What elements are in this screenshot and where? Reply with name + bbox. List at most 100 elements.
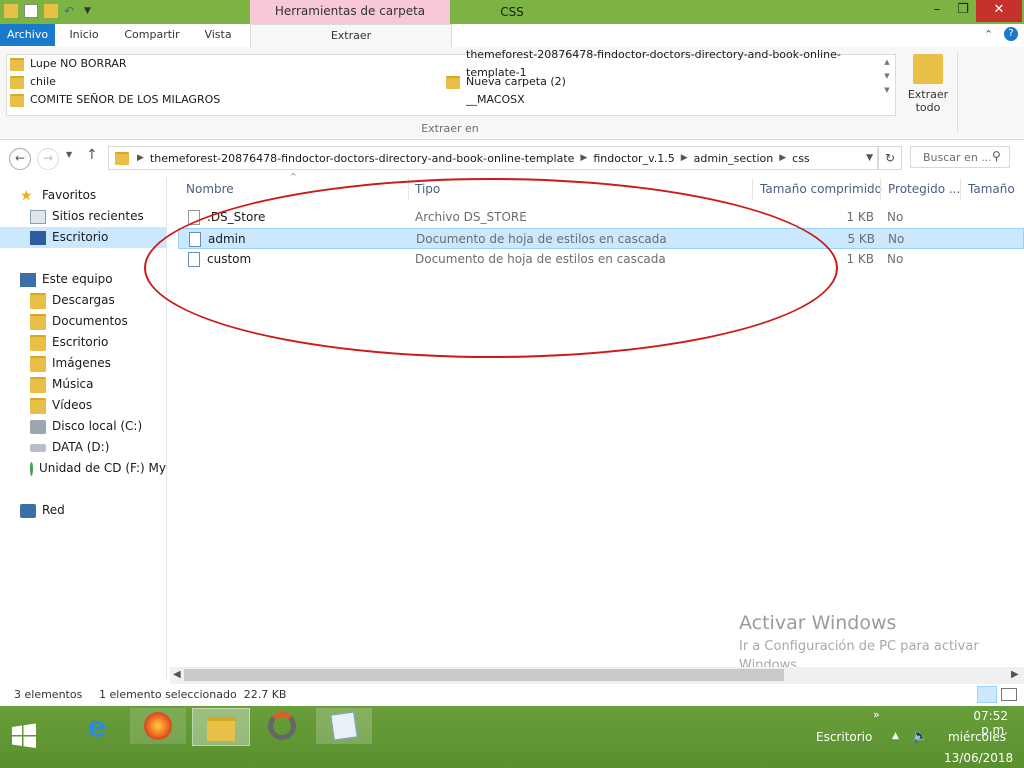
nav-music[interactable]: Música	[0, 374, 166, 395]
star-icon: ★	[20, 187, 33, 204]
window-title: CSS	[500, 5, 524, 19]
tab-extraer[interactable]: Extraer	[250, 24, 452, 48]
sort-ascending-icon: ^	[290, 172, 297, 181]
desktop-icon	[30, 230, 46, 245]
taskbar-firefox[interactable]	[130, 708, 186, 744]
taskbar-app[interactable]	[254, 708, 310, 744]
recent-locations-icon[interactable]: ▼	[66, 150, 72, 159]
scrollbar-thumb[interactable]	[184, 669, 784, 681]
breadcrumb-segment[interactable]: themeforest-20876478-findoctor-doctors-d…	[150, 152, 575, 165]
scroll-down-icon[interactable]: ▼	[880, 69, 894, 83]
show-hidden-icons[interactable]: »	[873, 708, 880, 721]
destination-item[interactable]: COMITE SEÑOR DE LOS MILAGROS	[10, 91, 430, 109]
chevron-right-icon[interactable]: ▶	[137, 153, 144, 163]
nav-disk-c[interactable]: Disco local (C:)	[0, 416, 166, 437]
destination-list-right: themeforest-20876478-findoctor-doctors-d…	[446, 48, 878, 109]
destination-item[interactable]: themeforest-20876478-findoctor-doctors-d…	[446, 48, 878, 79]
gallery-scroll[interactable]: ▲ ▼ ▼	[880, 55, 894, 113]
column-header-compressed-size[interactable]: Tamaño comprimido	[760, 180, 882, 198]
nav-favorites[interactable]: ★ Favoritos	[0, 185, 166, 206]
ribbon-separator	[957, 52, 958, 132]
refresh-button[interactable]: ↻	[878, 146, 902, 170]
nav-desktop[interactable]: Escritorio	[0, 332, 166, 353]
nav-disk-d[interactable]: DATA (D:)	[0, 437, 166, 458]
nav-desktop-favorite[interactable]: Escritorio	[0, 227, 166, 248]
tab-vista[interactable]: Vista	[196, 24, 240, 46]
clock-date[interactable]: 13/06/2018	[944, 751, 1013, 765]
details-view-icon[interactable]	[977, 686, 997, 703]
nav-this-pc[interactable]: Este equipo	[0, 269, 166, 290]
file-protected: No	[888, 232, 905, 246]
contextual-tab-header: Herramientas de carpeta comprimida	[250, 0, 450, 40]
red-ellipse-annotation	[144, 178, 838, 358]
tab-compartir[interactable]: Compartir	[118, 24, 186, 46]
column-header-protected[interactable]: Protegido ...	[888, 180, 960, 198]
chevron-right-icon[interactable]: ▶	[681, 153, 688, 163]
notepad-icon	[330, 711, 358, 741]
scroll-right-icon[interactable]: ▶	[1011, 669, 1019, 680]
maximize-button[interactable]: ❐	[948, 0, 978, 22]
nav-images[interactable]: Imágenes	[0, 353, 166, 374]
videos-folder-icon	[30, 397, 46, 414]
computer-icon	[20, 272, 36, 287]
folder-icon	[115, 151, 129, 165]
forward-button[interactable]: →	[37, 148, 59, 170]
app-ring-icon	[268, 712, 296, 740]
chevron-right-icon[interactable]: ▶	[580, 153, 587, 163]
column-divider[interactable]	[880, 178, 881, 200]
search-icon: ⚲	[992, 149, 1001, 163]
start-button[interactable]	[10, 722, 38, 750]
large-icons-view-icon[interactable]	[1001, 688, 1017, 701]
breadcrumb-segment[interactable]: findoctor_v.1.5	[593, 152, 674, 165]
address-dropdown-icon[interactable]: ▼	[866, 153, 873, 163]
expand-ribbon-icon[interactable]: ⌃	[984, 28, 993, 41]
nav-network[interactable]: Red	[0, 500, 166, 521]
destination-item[interactable]: __MACOSX	[446, 91, 878, 109]
breadcrumb-segment[interactable]: admin_section	[694, 152, 774, 165]
extract-all-icon	[913, 54, 943, 84]
nav-cd-drive[interactable]: Unidad de CD (F:) My	[0, 458, 166, 479]
column-header-size[interactable]: Tamaño	[968, 180, 1015, 198]
recent-places-icon	[30, 209, 46, 224]
desktop-toolbar-label[interactable]: Escritorio	[816, 730, 872, 744]
music-folder-icon	[30, 376, 46, 393]
nav-videos[interactable]: Vídeos	[0, 395, 166, 416]
folder-icon	[10, 93, 24, 107]
taskbar-file-explorer[interactable]	[192, 708, 250, 746]
firefox-icon	[144, 712, 172, 740]
clock-day[interactable]: miércoles	[948, 730, 1006, 744]
selection-info: 1 elemento seleccionado 22.7 KB	[99, 688, 287, 701]
destination-item[interactable]: chile	[10, 73, 430, 91]
item-count: 3 elementos	[14, 688, 83, 701]
scroll-up-icon[interactable]: ▲	[880, 55, 894, 69]
tray-chevron-icon[interactable]: ▲	[892, 731, 899, 741]
back-button[interactable]: ←	[9, 148, 31, 170]
column-divider[interactable]	[752, 178, 753, 200]
scroll-left-icon[interactable]: ◀	[173, 669, 181, 680]
volume-icon[interactable]: 🔈	[912, 729, 928, 744]
address-bar[interactable]: ▶ themeforest-20876478-findoctor-doctors…	[108, 146, 878, 170]
tab-archivo[interactable]: Archivo	[0, 24, 55, 46]
internet-explorer-icon[interactable]: e	[82, 712, 112, 742]
tab-inicio[interactable]: Inicio	[60, 24, 108, 46]
breadcrumb-segment[interactable]: css	[792, 152, 810, 165]
folder-icon	[10, 75, 24, 89]
column-header-name[interactable]: Nombre	[186, 180, 234, 198]
up-button[interactable]: ↑	[86, 147, 98, 163]
folder-icon	[446, 75, 460, 89]
taskbar-notepad[interactable]	[316, 708, 372, 744]
close-button[interactable]: ✕	[976, 0, 1022, 22]
system-tray: » Escritorio ▲ 🔈 07:52 p.m. miércoles 13…	[808, 708, 1024, 766]
nav-downloads[interactable]: Descargas	[0, 290, 166, 311]
nav-documents[interactable]: Documentos	[0, 311, 166, 332]
activation-watermark-title: Activar Windows	[739, 612, 897, 634]
extract-all-button[interactable]: Extraer todo	[904, 52, 952, 132]
chevron-right-icon[interactable]: ▶	[779, 153, 786, 163]
file-explorer-icon	[207, 717, 235, 741]
gallery-expand-icon[interactable]: ▼	[880, 83, 894, 97]
destination-item[interactable]: Lupe NO BORRAR	[10, 55, 430, 73]
help-icon[interactable]: ?	[1004, 27, 1018, 41]
nav-recent[interactable]: Sitios recientes	[0, 206, 166, 227]
column-divider[interactable]	[960, 178, 961, 200]
pictures-folder-icon	[30, 355, 46, 372]
